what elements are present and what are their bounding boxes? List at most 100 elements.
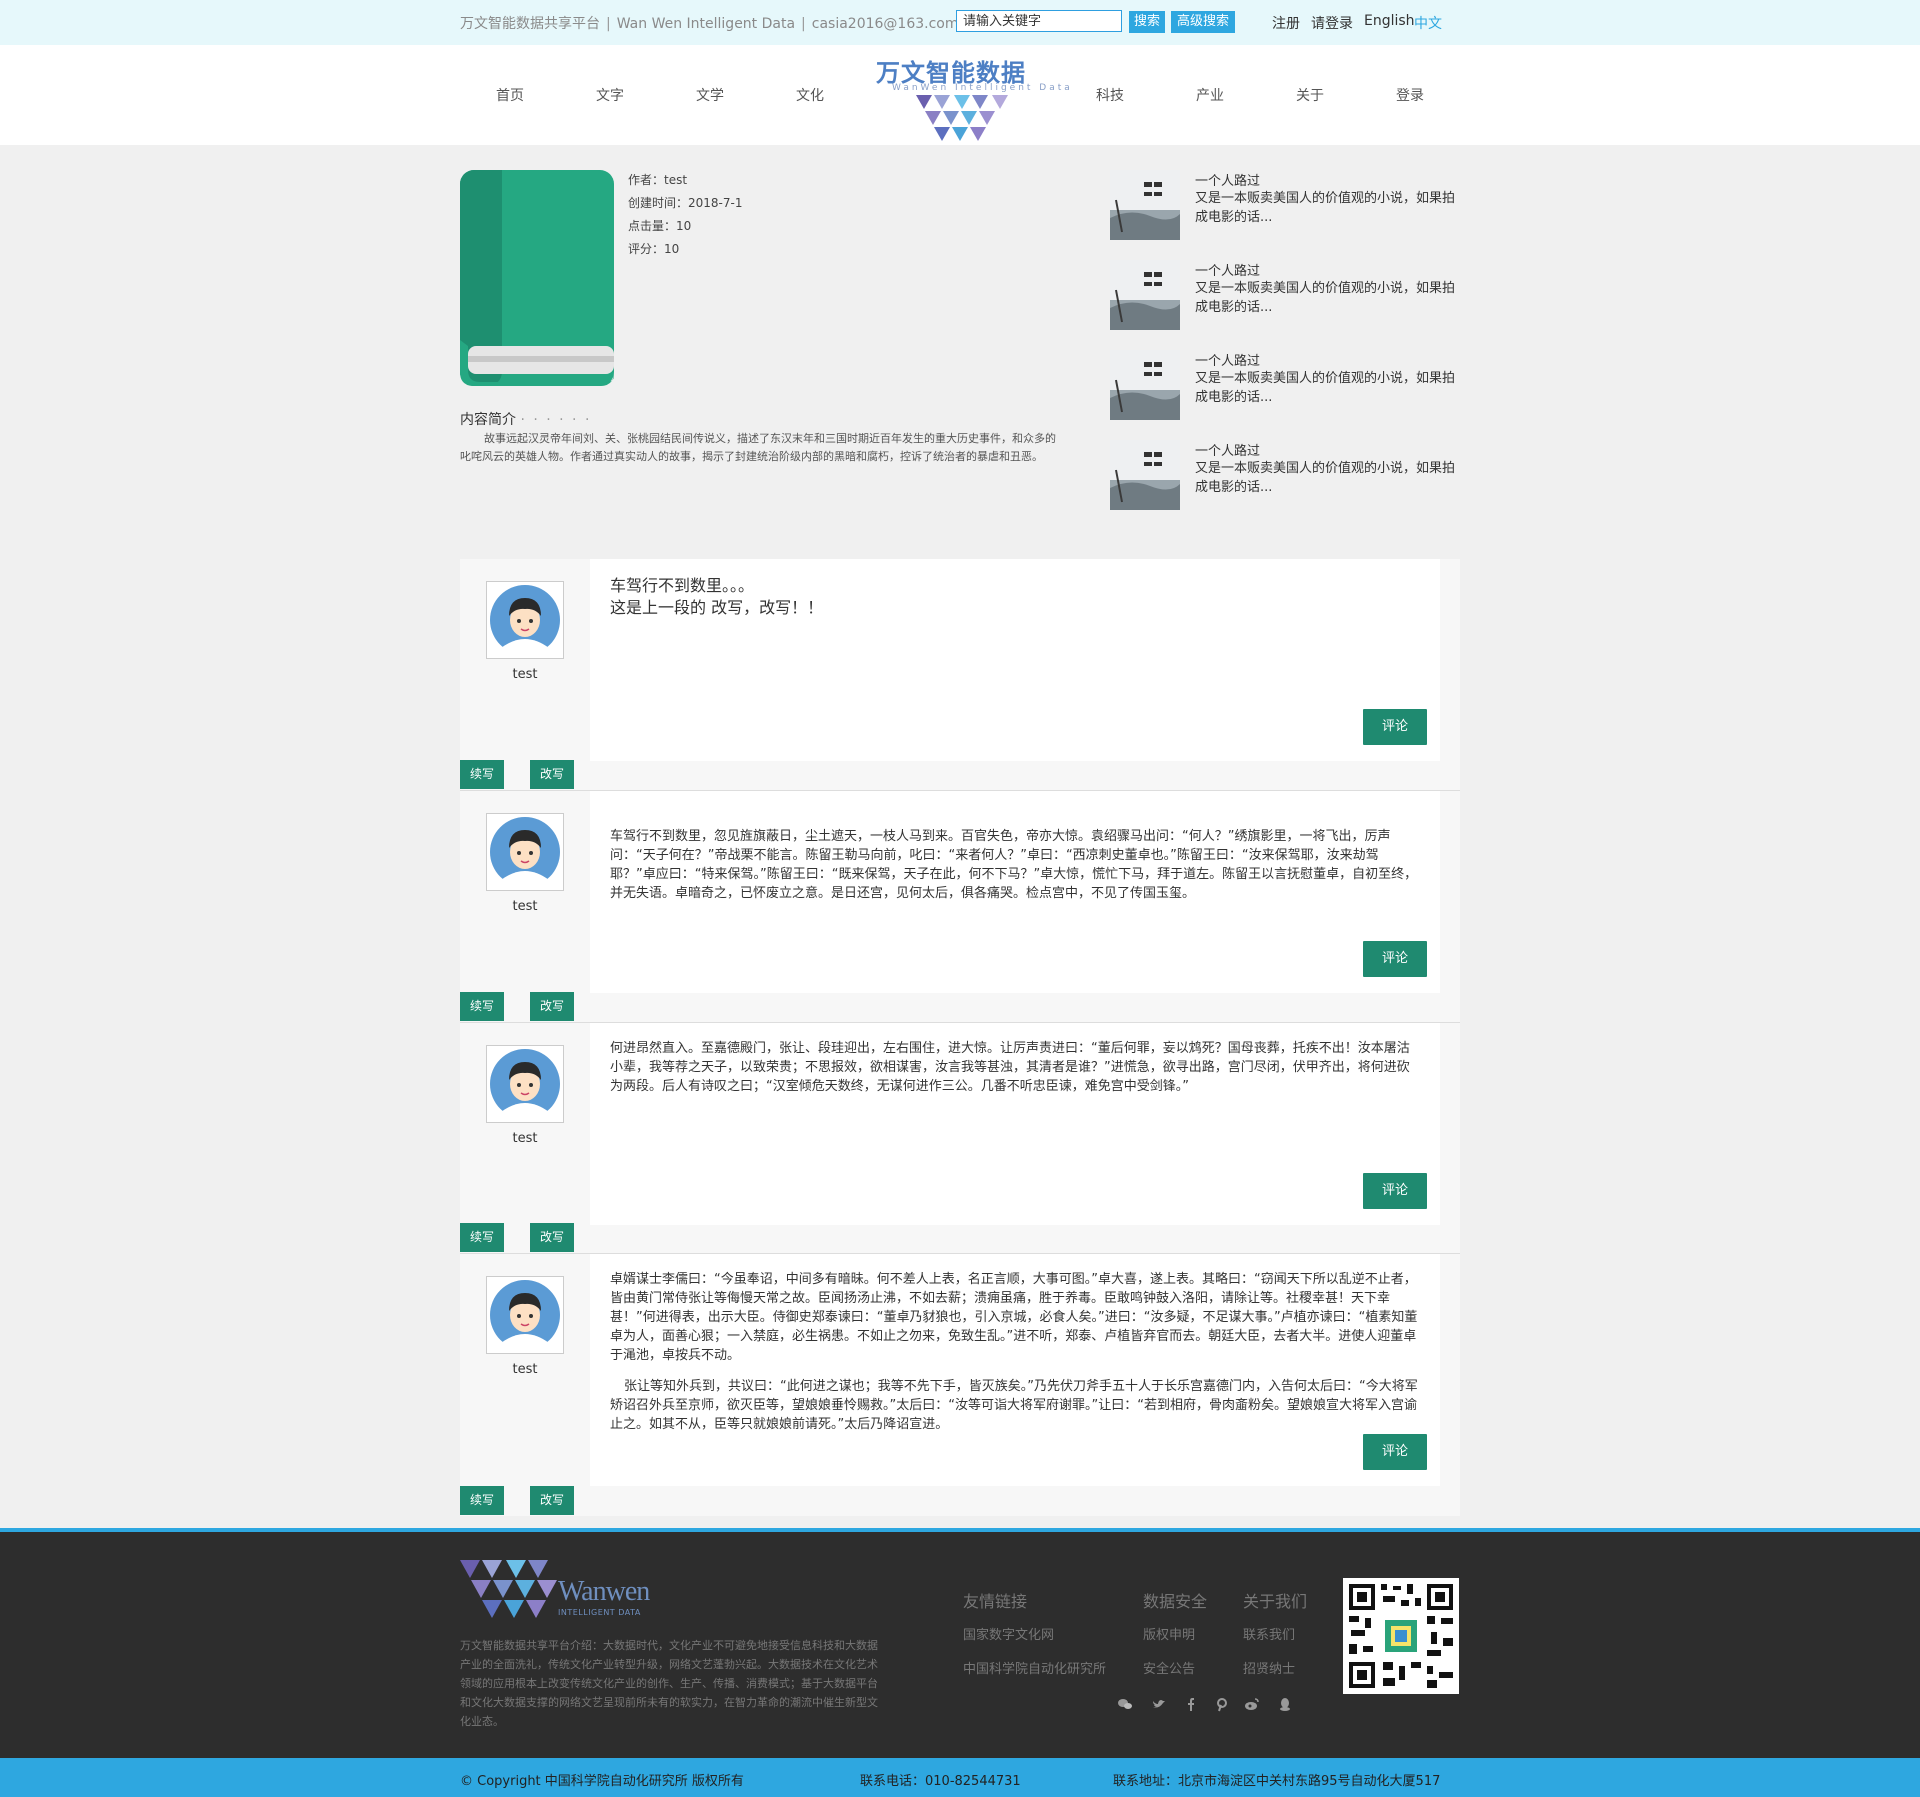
related-desc: 又是一本贩卖美国人的价值观的小说，如果拍成电影的话... [1195, 281, 1456, 315]
search-button[interactable]: 搜索 [1129, 11, 1165, 33]
footer: Wanwen INTELLIGENT DATA 万文智能数据共享平台介绍：大数据… [0, 1532, 1920, 1758]
rewrite-button[interactable]: 改写 [530, 760, 574, 789]
book-cover-icon [460, 170, 614, 386]
intro-dots: · · · · · · [520, 412, 592, 428]
bottom-bar: © Copyright 中国科学院自动化研究所 版权所有 联系电话：010-82… [0, 1758, 1920, 1797]
username: test [512, 667, 538, 682]
comment-list: test 车驾行不到数里。。。 这是上一段的 改写，改写！！ 评论 续写 改写 … [460, 559, 1460, 1516]
nav-login[interactable]: 登录 [1380, 85, 1440, 105]
twitter-icon[interactable] [1151, 1696, 1167, 1712]
related-desc: 又是一本贩卖美国人的价值观的小说，如果拍成电影的话... [1195, 461, 1456, 495]
intro-heading: 内容简介 · · · · · · [460, 409, 591, 429]
nav-industry[interactable]: 产业 [1180, 85, 1240, 105]
register-link[interactable]: 注册 [1272, 13, 1300, 33]
footer-intro: 万文智能数据共享平台介绍：大数据时代，文化产业不可避免地接受信息科技和大数据产业… [460, 1639, 878, 1728]
address-text: 联系地址：北京市海淀区中关村东路95号自动化大厦517 [1113, 1774, 1441, 1789]
related-desc: 又是一本贩卖美国人的价值观的小说，如果拍成电影的话... [1195, 191, 1456, 225]
rewrite-button[interactable]: 改写 [530, 1223, 574, 1252]
comment-button[interactable]: 评论 [1363, 941, 1427, 977]
related-desc: 又是一本贩卖美国人的价值观的小说，如果拍成电影的话... [1195, 371, 1456, 405]
wechat-icon[interactable] [1117, 1696, 1133, 1712]
footer-link[interactable]: 联系我们 [1243, 1624, 1295, 1643]
login-link[interactable]: 请登录 [1311, 13, 1353, 33]
weibo-icon[interactable] [1244, 1696, 1260, 1712]
qr-code-icon [1343, 1578, 1459, 1694]
comment-line: 车驾行不到数里。。。 [610, 576, 755, 595]
avatar[interactable] [486, 1276, 564, 1354]
comment-content-box: 车驾行不到数里，忽见旌旗蔽日，尘土遮天，一枝人马到来。百官失色，帝亦大惊。袁绍骤… [590, 791, 1440, 993]
comment-content-box: 何进昂然直入。至嘉德殿门，张让、段珪迎出，左右围住，进大惊。让厉声责进曰：“董后… [590, 1023, 1440, 1225]
facebook-icon[interactable] [1183, 1696, 1199, 1712]
comment-paragraph: 何进昂然直入。至嘉德殿门，张让、段珪迎出，左右围住，进大惊。让厉声责进曰：“董后… [610, 1041, 1410, 1094]
footer-link[interactable]: 招贤纳士 [1243, 1658, 1295, 1677]
nav-technology[interactable]: 科技 [1080, 85, 1140, 105]
nav-about[interactable]: 关于 [1280, 85, 1340, 105]
comment-item: test 何进昂然直入。至嘉德殿门，张让、段珪迎出，左右围住，进大惊。让厉声责进… [460, 1023, 1460, 1253]
related-title[interactable]: 一个人路过 [1195, 350, 1260, 369]
avatar[interactable] [486, 813, 564, 891]
comment-content-box: 车驾行不到数里。。。 这是上一段的 改写，改写！！ 评论 [590, 559, 1440, 761]
lang-chinese-link[interactable]: 中文 [1414, 13, 1442, 33]
comment-paragraph: 车驾行不到数里，忽见旌旗蔽日，尘土遮天，一枝人马到来。百官失色，帝亦大惊。袁绍骤… [610, 829, 1418, 901]
footer-col-title: 数据安全 [1143, 1592, 1208, 1611]
continue-button[interactable]: 续写 [460, 760, 504, 789]
book-clicks: 点击量：10 [628, 219, 692, 233]
footer-link[interactable]: 版权申明 [1143, 1624, 1195, 1643]
avatar[interactable] [486, 581, 564, 659]
related-item[interactable]: 一个人路过 又是一本贩卖美国人的价值观的小说，如果拍成电影的话... [1110, 260, 1456, 332]
related-title[interactable]: 一个人路过 [1195, 440, 1260, 459]
continue-button[interactable]: 续写 [460, 1486, 504, 1515]
footer-col-title: 关于我们 [1243, 1592, 1308, 1611]
comment-text: 卓婿谋士李儒曰：“今虽奉诏，中间多有暗昧。何不差人上表，名正言顺，大事可图。”卓… [610, 1270, 1418, 1446]
main-nav: 首页 文字 文学 文化 科技 产业 关于 登录 万文智能数据 WanWen In… [0, 45, 1920, 145]
user-avatar-icon [490, 1049, 560, 1122]
continue-button[interactable]: 续写 [460, 992, 504, 1021]
comment-text: 车驾行不到数里。。。 这是上一段的 改写，改写！！ [610, 575, 1418, 619]
comment-item: test 车驾行不到数里，忽见旌旗蔽日，尘土遮天，一枝人马到来。百官失色，帝亦大… [460, 791, 1460, 1022]
continue-button[interactable]: 续写 [460, 1223, 504, 1252]
logo-subtitle: WanWen Intelligent Data [892, 83, 1073, 93]
footer-brand-sub: INTELLIGENT DATA [558, 1608, 641, 1617]
footer-link[interactable]: 中国科学院自动化研究所 [963, 1658, 1106, 1677]
related-item[interactable]: 一个人路过 又是一本贩卖美国人的价值观的小说，如果拍成电影的话... [1110, 350, 1456, 422]
pinterest-icon[interactable] [1214, 1696, 1230, 1712]
user-avatar-icon [490, 1280, 560, 1353]
related-title[interactable]: 一个人路过 [1195, 170, 1260, 189]
avatar[interactable] [486, 1045, 564, 1123]
book-thumbnail [1110, 350, 1180, 420]
platform-name-en: Wan Wen Intelligent Data [616, 16, 796, 32]
comment-button[interactable]: 评论 [1363, 1434, 1427, 1470]
comment-text: 车驾行不到数里，忽见旌旗蔽日，尘土遮天，一枝人马到来。百官失色，帝亦大惊。袁绍骤… [610, 827, 1418, 903]
username: test [512, 899, 538, 914]
intro-text: 故事远起汉灵帝年间刘、关、张桃园结民间传说义，描述了东汉末年和三国时期近百年发生… [460, 432, 1056, 463]
related-title[interactable]: 一个人路过 [1195, 260, 1260, 279]
rewrite-button[interactable]: 改写 [530, 1486, 574, 1515]
logo-mark-icon [916, 95, 1008, 141]
comment-text: 何进昂然直入。至嘉德殿门，张让、段珪迎出，左右围住，进大惊。让厉声责进曰：“董后… [610, 1039, 1418, 1096]
user-avatar-icon [490, 585, 560, 658]
related-item[interactable]: 一个人路过 又是一本贩卖美国人的价值观的小说，如果拍成电影的话... [1110, 440, 1456, 512]
related-item[interactable]: 一个人路过 又是一本贩卖美国人的价值观的小说，如果拍成电影的话... [1110, 170, 1456, 242]
nav-culture[interactable]: 文化 [780, 85, 840, 105]
comment-button[interactable]: 评论 [1363, 1173, 1427, 1209]
top-bar: 万文智能数据共享平台 | Wan Wen Intelligent Data | casi… [0, 0, 1920, 45]
footer-link[interactable]: 国家数字文化网 [963, 1624, 1054, 1643]
book-author: 作者：test [628, 173, 688, 187]
footer-col-title: 友情链接 [963, 1592, 1028, 1611]
phone-text: 联系电话：010-82544731 [860, 1774, 1021, 1789]
qq-icon[interactable] [1277, 1696, 1293, 1712]
comment-paragraph: 卓婿谋士李儒曰：“今虽奉诏，中间多有暗昧。何不差人上表，名正言顺，大事可图。”卓… [610, 1272, 1418, 1363]
footer-link[interactable]: 安全公告 [1143, 1658, 1195, 1677]
search-input[interactable] [956, 10, 1122, 32]
nav-home[interactable]: 首页 [480, 85, 540, 105]
book-score: 评分：10 [628, 242, 680, 256]
rewrite-button[interactable]: 改写 [530, 992, 574, 1021]
advanced-search-button[interactable]: 高级搜索 [1171, 11, 1235, 33]
nav-text[interactable]: 文字 [580, 85, 640, 105]
site-logo[interactable]: 万文智能数据 WanWen Intelligent Data [870, 53, 1070, 145]
nav-literature[interactable]: 文学 [680, 85, 740, 105]
book-created: 创建时间：2018-7-1 [628, 196, 743, 210]
comment-item: test 卓婿谋士李儒曰：“今虽奉诏，中间多有暗昧。何不差人上表，名正言顺，大事… [460, 1254, 1460, 1516]
comment-button[interactable]: 评论 [1363, 709, 1427, 745]
lang-english-link[interactable]: English [1364, 13, 1415, 29]
